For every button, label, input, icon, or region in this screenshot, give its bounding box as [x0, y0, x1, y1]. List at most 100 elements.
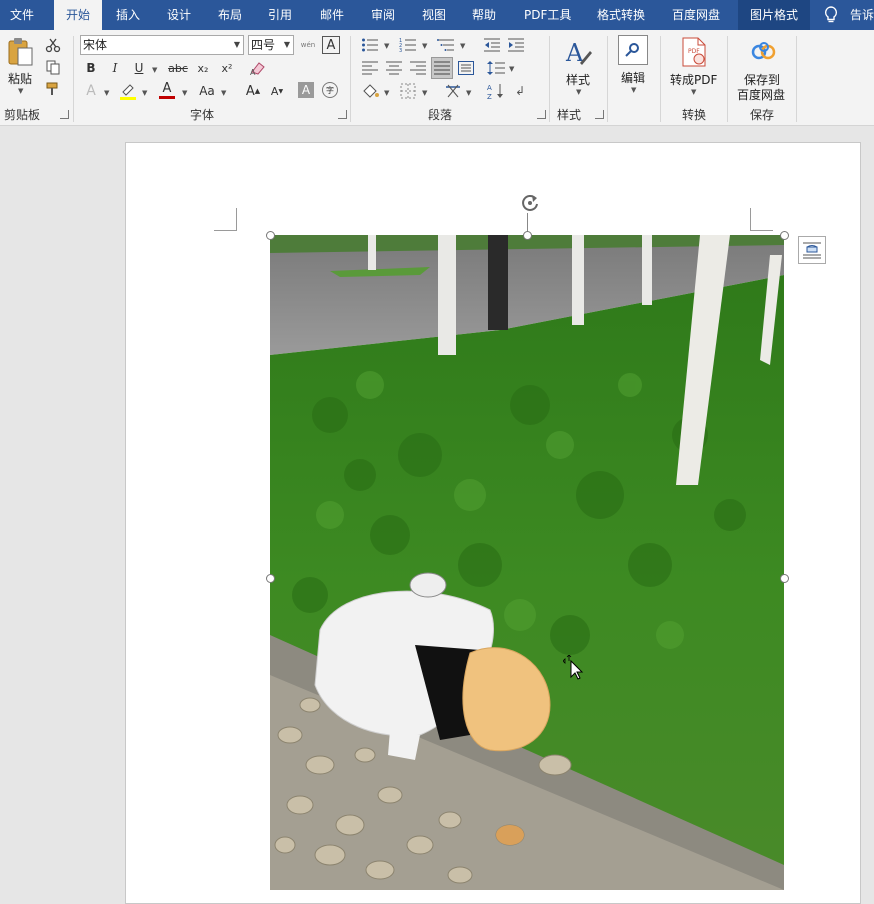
baidu-cloud-icon[interactable] [748, 38, 780, 66]
tab-references[interactable]: 引用 [268, 0, 292, 30]
borders-dropdown-icon[interactable]: ▼ [422, 89, 427, 97]
tab-mailings[interactable]: 邮件 [320, 0, 344, 30]
phonetic-guide-icon[interactable]: wén [298, 35, 318, 55]
tab-design[interactable]: 设计 [167, 0, 191, 30]
resize-handle-top-left[interactable] [266, 231, 275, 240]
clipboard-launcher-icon[interactable] [60, 110, 69, 119]
layout-options-icon[interactable] [798, 236, 826, 264]
tab-pdf-tools[interactable]: PDF工具 [524, 0, 571, 30]
numbering-dropdown-icon[interactable]: ▼ [422, 42, 427, 50]
line-spacing-icon[interactable] [486, 59, 506, 77]
enclose-characters-button[interactable]: 字 [322, 82, 338, 98]
tab-format-convert[interactable]: 格式转换 [597, 0, 645, 30]
svg-text:A: A [487, 84, 492, 92]
tab-home[interactable]: 开始 [54, 0, 102, 30]
bullets-icon[interactable] [360, 36, 380, 54]
justify-icon[interactable] [431, 57, 453, 79]
resize-handle-right[interactable] [780, 574, 789, 583]
convert-pdf-label[interactable]: 转成PDF [670, 71, 717, 88]
highlight-icon[interactable] [118, 81, 138, 101]
borders-icon[interactable] [398, 82, 418, 100]
multilevel-dropdown-icon[interactable]: ▼ [460, 42, 465, 50]
resize-handle-top[interactable] [523, 231, 532, 240]
align-right-icon[interactable] [408, 59, 428, 77]
shrink-font-button[interactable]: A ▼ [268, 82, 286, 100]
chevron-down-icon: ▼ [233, 40, 240, 49]
paste-label[interactable]: 粘贴 [8, 70, 32, 87]
superscript-button[interactable]: x² [218, 59, 236, 77]
show-marks-icon[interactable]: ↲ [510, 82, 530, 100]
align-center-icon[interactable] [384, 59, 404, 77]
distributed-icon[interactable] [456, 59, 476, 77]
editing-label[interactable]: 编辑 [621, 69, 645, 86]
cut-icon[interactable] [44, 36, 62, 54]
change-case-button[interactable]: Aa [196, 82, 218, 100]
pdf-convert-icon[interactable]: PDF [678, 36, 710, 68]
change-case-dropdown-icon[interactable]: ▼ [221, 89, 226, 97]
line-spacing-dropdown-icon[interactable]: ▼ [509, 65, 514, 73]
shading-dropdown-icon[interactable]: ▼ [384, 89, 389, 97]
copy-icon[interactable] [44, 58, 62, 76]
rotate-handle-icon[interactable] [518, 192, 542, 214]
tab-review[interactable]: 审阅 [371, 0, 395, 30]
tell-me-label[interactable]: 告诉 [850, 0, 874, 30]
underline-button[interactable]: U [130, 59, 148, 77]
chinese-layout-icon[interactable] [443, 82, 463, 100]
group-separator [350, 36, 351, 122]
text-effects-dropdown-icon[interactable]: ▼ [104, 89, 109, 97]
italic-button[interactable]: I [106, 59, 124, 77]
paragraph-launcher-icon[interactable] [537, 110, 546, 119]
bullets-dropdown-icon[interactable]: ▼ [384, 42, 389, 50]
character-border-icon[interactable]: A [322, 36, 340, 54]
tab-layout[interactable]: 布局 [218, 0, 242, 30]
lightbulb-icon[interactable] [822, 6, 840, 24]
underline-dropdown-icon[interactable]: ▼ [152, 66, 157, 74]
save-to-label-2[interactable]: 百度网盘 [737, 86, 785, 103]
svg-text:PDF: PDF [688, 48, 700, 55]
decrease-indent-icon[interactable] [482, 36, 502, 54]
highlight-dropdown-icon[interactable]: ▼ [142, 89, 147, 97]
font-size-combo[interactable]: 四号 ▼ [248, 35, 294, 55]
tab-view[interactable]: 视图 [422, 0, 446, 30]
bold-button[interactable]: B [82, 59, 100, 77]
numbering-icon[interactable]: 123 [398, 36, 418, 54]
search-icon[interactable] [618, 35, 648, 65]
font-name-combo[interactable]: 宋体 ▼ [80, 35, 244, 55]
styles-label[interactable]: 样式 [566, 71, 590, 88]
align-left-icon[interactable] [360, 59, 380, 77]
tab-picture-format[interactable]: 图片格式 [738, 0, 810, 30]
styles-icon[interactable]: A [562, 36, 594, 68]
chinese-layout-dropdown-icon[interactable]: ▼ [466, 89, 471, 97]
group-separator [660, 36, 661, 122]
font-color-icon[interactable]: A [156, 80, 178, 100]
editing-dropdown-icon[interactable]: ▼ [631, 86, 636, 94]
strikethrough-button[interactable]: abc [166, 59, 190, 77]
margin-corner-right [750, 208, 773, 231]
character-shading-icon[interactable]: A [298, 82, 314, 98]
resize-handle-left[interactable] [266, 574, 275, 583]
text-effects-icon[interactable]: A [82, 82, 100, 100]
sort-icon[interactable]: AZ [486, 82, 506, 100]
font-size-value: 四号 [251, 38, 276, 52]
convert-dropdown-icon[interactable]: ▼ [691, 88, 696, 96]
shading-icon[interactable] [360, 82, 380, 100]
font-color-dropdown-icon[interactable]: ▼ [182, 89, 187, 97]
photo-image [270, 235, 784, 890]
tab-baidu-pan[interactable]: 百度网盘 [672, 0, 720, 30]
font-launcher-icon[interactable] [338, 110, 347, 119]
subscript-button[interactable]: x₂ [194, 59, 212, 77]
styles-launcher-icon[interactable] [595, 110, 604, 119]
selected-photo[interactable] [270, 235, 784, 890]
styles-dropdown-icon[interactable]: ▼ [576, 88, 581, 96]
format-painter-icon[interactable] [44, 80, 62, 98]
paste-dropdown-icon[interactable]: ▼ [18, 87, 23, 95]
tab-help[interactable]: 帮助 [472, 0, 496, 30]
grow-font-button[interactable]: A ▲ [244, 82, 262, 100]
clear-formatting-icon[interactable]: A [248, 59, 268, 77]
multilevel-list-icon[interactable] [436, 36, 456, 54]
tab-file[interactable]: 文件 [10, 0, 34, 30]
tab-insert[interactable]: 插入 [116, 0, 140, 30]
paste-icon[interactable] [6, 36, 36, 68]
increase-indent-icon[interactable] [506, 36, 526, 54]
resize-handle-top-right[interactable] [780, 231, 789, 240]
